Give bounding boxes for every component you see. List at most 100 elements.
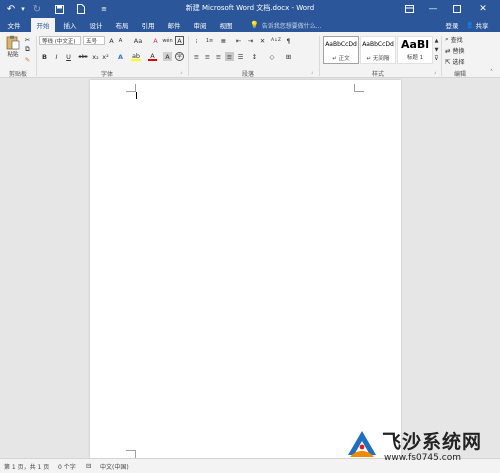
lightbulb-icon: 💡 (250, 21, 259, 29)
vertical-scrollbar[interactable] (490, 78, 500, 458)
sign-in-link[interactable]: 登录 (440, 18, 464, 32)
share-label: 共享 (475, 22, 489, 30)
replace-icon: ⇄ (445, 46, 451, 55)
maximize-icon[interactable] (446, 0, 468, 18)
format-painter-icon[interactable]: ✎ (23, 55, 32, 64)
clear-format-icon[interactable]: A (151, 36, 160, 45)
bold-button[interactable]: B (40, 52, 49, 61)
select-button[interactable]: ⇱ 选择 (445, 57, 465, 67)
watermark: 飞沙系统网 www.fs0745.com (340, 425, 500, 473)
tab-design[interactable]: 设计 (85, 18, 107, 32)
distributed-icon[interactable]: ☰ (236, 52, 245, 61)
find-button[interactable]: ⌕ 查找 (445, 35, 463, 44)
close-icon[interactable]: ✕ (472, 0, 494, 18)
justify-icon[interactable]: ≡ (225, 52, 234, 61)
subscript-button[interactable]: x₂ (91, 52, 100, 61)
shading-icon[interactable]: ◇ (266, 52, 278, 61)
style-no-spacing[interactable]: AaBbCcDd ↵ 无间隔 (360, 36, 396, 64)
multilevel-list-icon[interactable]: ≣ (219, 36, 228, 45)
language-status[interactable]: 中文(中国) (100, 462, 129, 471)
bullets-icon[interactable]: ⁝ (192, 36, 201, 45)
enclose-characters-icon[interactable]: 字 (175, 52, 184, 61)
tab-references[interactable]: 引用 (137, 18, 159, 32)
ribbon-tabs: 文件 开始 插入 设计 布局 引用 邮件 审阅 视图 💡 告诉我您想要做什么..… (0, 18, 500, 32)
editing-group-label: 编辑 (453, 71, 466, 78)
shrink-font-icon[interactable]: A (116, 36, 125, 45)
select-arrow-icon: ⇱ (445, 57, 451, 66)
grow-font-icon[interactable]: A (107, 36, 116, 45)
group-divider (188, 36, 189, 76)
tell-me-text: 告诉我您想要做什么... (261, 22, 322, 30)
group-divider (36, 36, 37, 76)
highlight-button[interactable]: ab (131, 52, 141, 61)
style-heading-1[interactable]: AaBl 标题 1 (397, 36, 433, 64)
copy-icon[interactable]: ⧉ (23, 45, 32, 54)
tab-home[interactable]: 开始 (31, 18, 55, 32)
document-page[interactable] (90, 80, 401, 458)
new-doc-icon[interactable] (74, 2, 88, 16)
phonetic-guide-icon[interactable]: wén (162, 36, 172, 45)
paste-button[interactable]: 粘贴 (4, 35, 22, 65)
show-marks-icon[interactable]: ¶ (284, 36, 293, 45)
paragraph-dialog-launcher-icon[interactable]: ⌟ (311, 69, 313, 75)
search-icon: ⌕ (445, 35, 449, 43)
style-name: 标题 1 (406, 55, 424, 61)
find-label: 查找 (450, 37, 463, 44)
decrease-indent-icon[interactable]: ⇤ (234, 36, 243, 45)
share-button[interactable]: 👤 共享 (466, 18, 496, 32)
align-right-icon[interactable]: ≡ (214, 52, 223, 61)
undo-dropdown-icon[interactable]: ▾ (16, 2, 30, 16)
style-sample: AaBbCcDd (362, 41, 394, 48)
window-title: 新建 Microsoft Word 文档.docx - Word (185, 4, 315, 12)
customize-icon[interactable]: ≡ (97, 2, 111, 16)
collapse-ribbon-icon[interactable]: ˄ (490, 69, 493, 76)
character-border-icon[interactable]: A (175, 36, 184, 45)
select-label: 选择 (452, 59, 465, 66)
styles-scroll-down-icon[interactable]: ▼ (432, 45, 441, 54)
proofing-icon[interactable]: ⊟ (86, 462, 91, 470)
change-case-icon[interactable]: Aa (131, 36, 145, 45)
tab-file[interactable]: 文件 (3, 18, 25, 32)
font-color-button[interactable]: A (148, 52, 157, 61)
tab-review[interactable]: 审阅 (189, 18, 211, 32)
clipboard-group-label: 剪贴板 (8, 71, 27, 78)
sort-icon[interactable]: A↓Z (270, 36, 282, 45)
align-left-icon[interactable]: ≡ (192, 52, 201, 61)
minimize-icon[interactable]: — (422, 0, 444, 18)
tab-mailings[interactable]: 邮件 (163, 18, 185, 32)
text-effects-button[interactable]: A (116, 52, 125, 61)
style-normal[interactable]: AaBbCcDd ↵ 正文 (323, 36, 359, 64)
underline-button[interactable]: U (64, 52, 73, 61)
superscript-button[interactable]: x² (101, 52, 110, 61)
chinese-layout-icon[interactable]: ✕ (258, 36, 267, 45)
ribbon-display-icon[interactable] (398, 0, 420, 18)
numbering-icon[interactable]: 1≡ (205, 36, 214, 45)
replace-button[interactable]: ⇄ 替换 (445, 46, 465, 56)
cut-icon[interactable]: ✂ (23, 35, 32, 44)
tab-view[interactable]: 视图 (215, 18, 237, 32)
font-size-select[interactable]: 五号 (83, 36, 105, 45)
save-icon[interactable] (52, 2, 66, 16)
replace-label: 替换 (452, 48, 465, 55)
borders-icon[interactable]: ⊞ (284, 52, 293, 61)
group-divider (441, 36, 442, 76)
styles-dialog-launcher-icon[interactable]: ⌟ (434, 69, 436, 75)
redo-icon[interactable]: ↻ (30, 2, 44, 16)
word-count[interactable]: 0 个字 (58, 462, 76, 471)
align-center-icon[interactable]: ≡ (203, 52, 212, 61)
font-dialog-launcher-icon[interactable]: ⌟ (180, 69, 182, 75)
font-name-select[interactable]: 等线 (中文正) (39, 36, 81, 45)
styles-more-icon[interactable]: ⊽ (432, 54, 441, 63)
character-shading-icon[interactable]: A (163, 52, 172, 61)
page-count[interactable]: 第 1 页，共 1 页 (4, 462, 49, 471)
styles-scroll-up-icon[interactable]: ▲ (432, 36, 441, 45)
tell-me-box[interactable]: 💡 告诉我您想要做什么... (250, 19, 340, 31)
paste-label: 粘贴 (7, 52, 19, 58)
tab-layout[interactable]: 布局 (111, 18, 133, 32)
increase-indent-icon[interactable]: ⇥ (246, 36, 255, 45)
strikethrough-button[interactable]: abc (77, 52, 89, 61)
line-spacing-icon[interactable]: ↕ (250, 52, 259, 61)
italic-button[interactable]: I (52, 52, 61, 61)
tab-insert[interactable]: 插入 (59, 18, 81, 32)
font-group-label: 字体 (100, 71, 113, 78)
